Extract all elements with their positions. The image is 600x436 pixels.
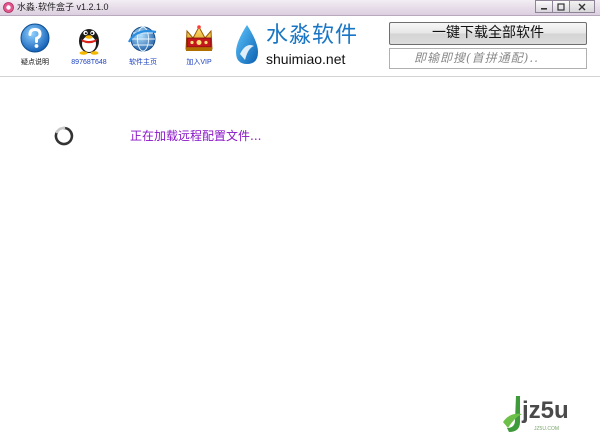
toolbar-item-vip[interactable]: 加入VIP [174,22,224,68]
maximize-button[interactable] [552,0,570,13]
download-all-button[interactable]: 一键下载全部软件 [389,22,587,45]
loading-spinner-icon [54,126,74,146]
minimize-button[interactable] [535,0,553,13]
help-icon [20,23,50,53]
logo-domain: shuimiao.net [266,51,346,67]
qq-penguin-icon [79,29,99,55]
close-button[interactable] [569,0,595,13]
search-input[interactable]: 即输即搜(首拼通配).. [389,48,587,69]
toolbar-item-help[interactable]: 疑点说明 [10,22,60,68]
water-drop-logo-icon [236,25,258,64]
loading-status-text: 正在加载远程配置文件... [130,129,262,143]
toolbar-item-help-label: 疑点说明 [21,59,49,66]
toolbar-item-qq-label: 89768T648 [71,59,107,66]
logo-chinese-name: 水淼软件 [266,23,359,48]
toolbar-item-vip-label: 加入VIP [186,59,212,66]
vip-crown-icon [185,25,213,51]
globe-icon [128,26,157,52]
minimize-icon [541,7,547,10]
maximize-icon [557,2,565,11]
watermark-text: jz5u [522,397,569,424]
title-bar[interactable]: 水淼·软件盒子 v1.2.1.0 [0,0,600,16]
brand-logo: 水淼软件 shuimiao.net [232,22,362,78]
toolbar-item-qq[interactable]: 89768T648 [64,22,114,68]
watermark-domain: JZ5U.COM [534,426,559,432]
toolbar-item-homepage[interactable]: 软件主页 [118,22,168,68]
app-icon [3,2,14,13]
close-icon [578,3,586,10]
window-title: 水淼·软件盒子 v1.2.1.0 [17,2,109,12]
window-controls [535,0,595,14]
toolbar-item-homepage-label: 软件主页 [129,59,157,66]
